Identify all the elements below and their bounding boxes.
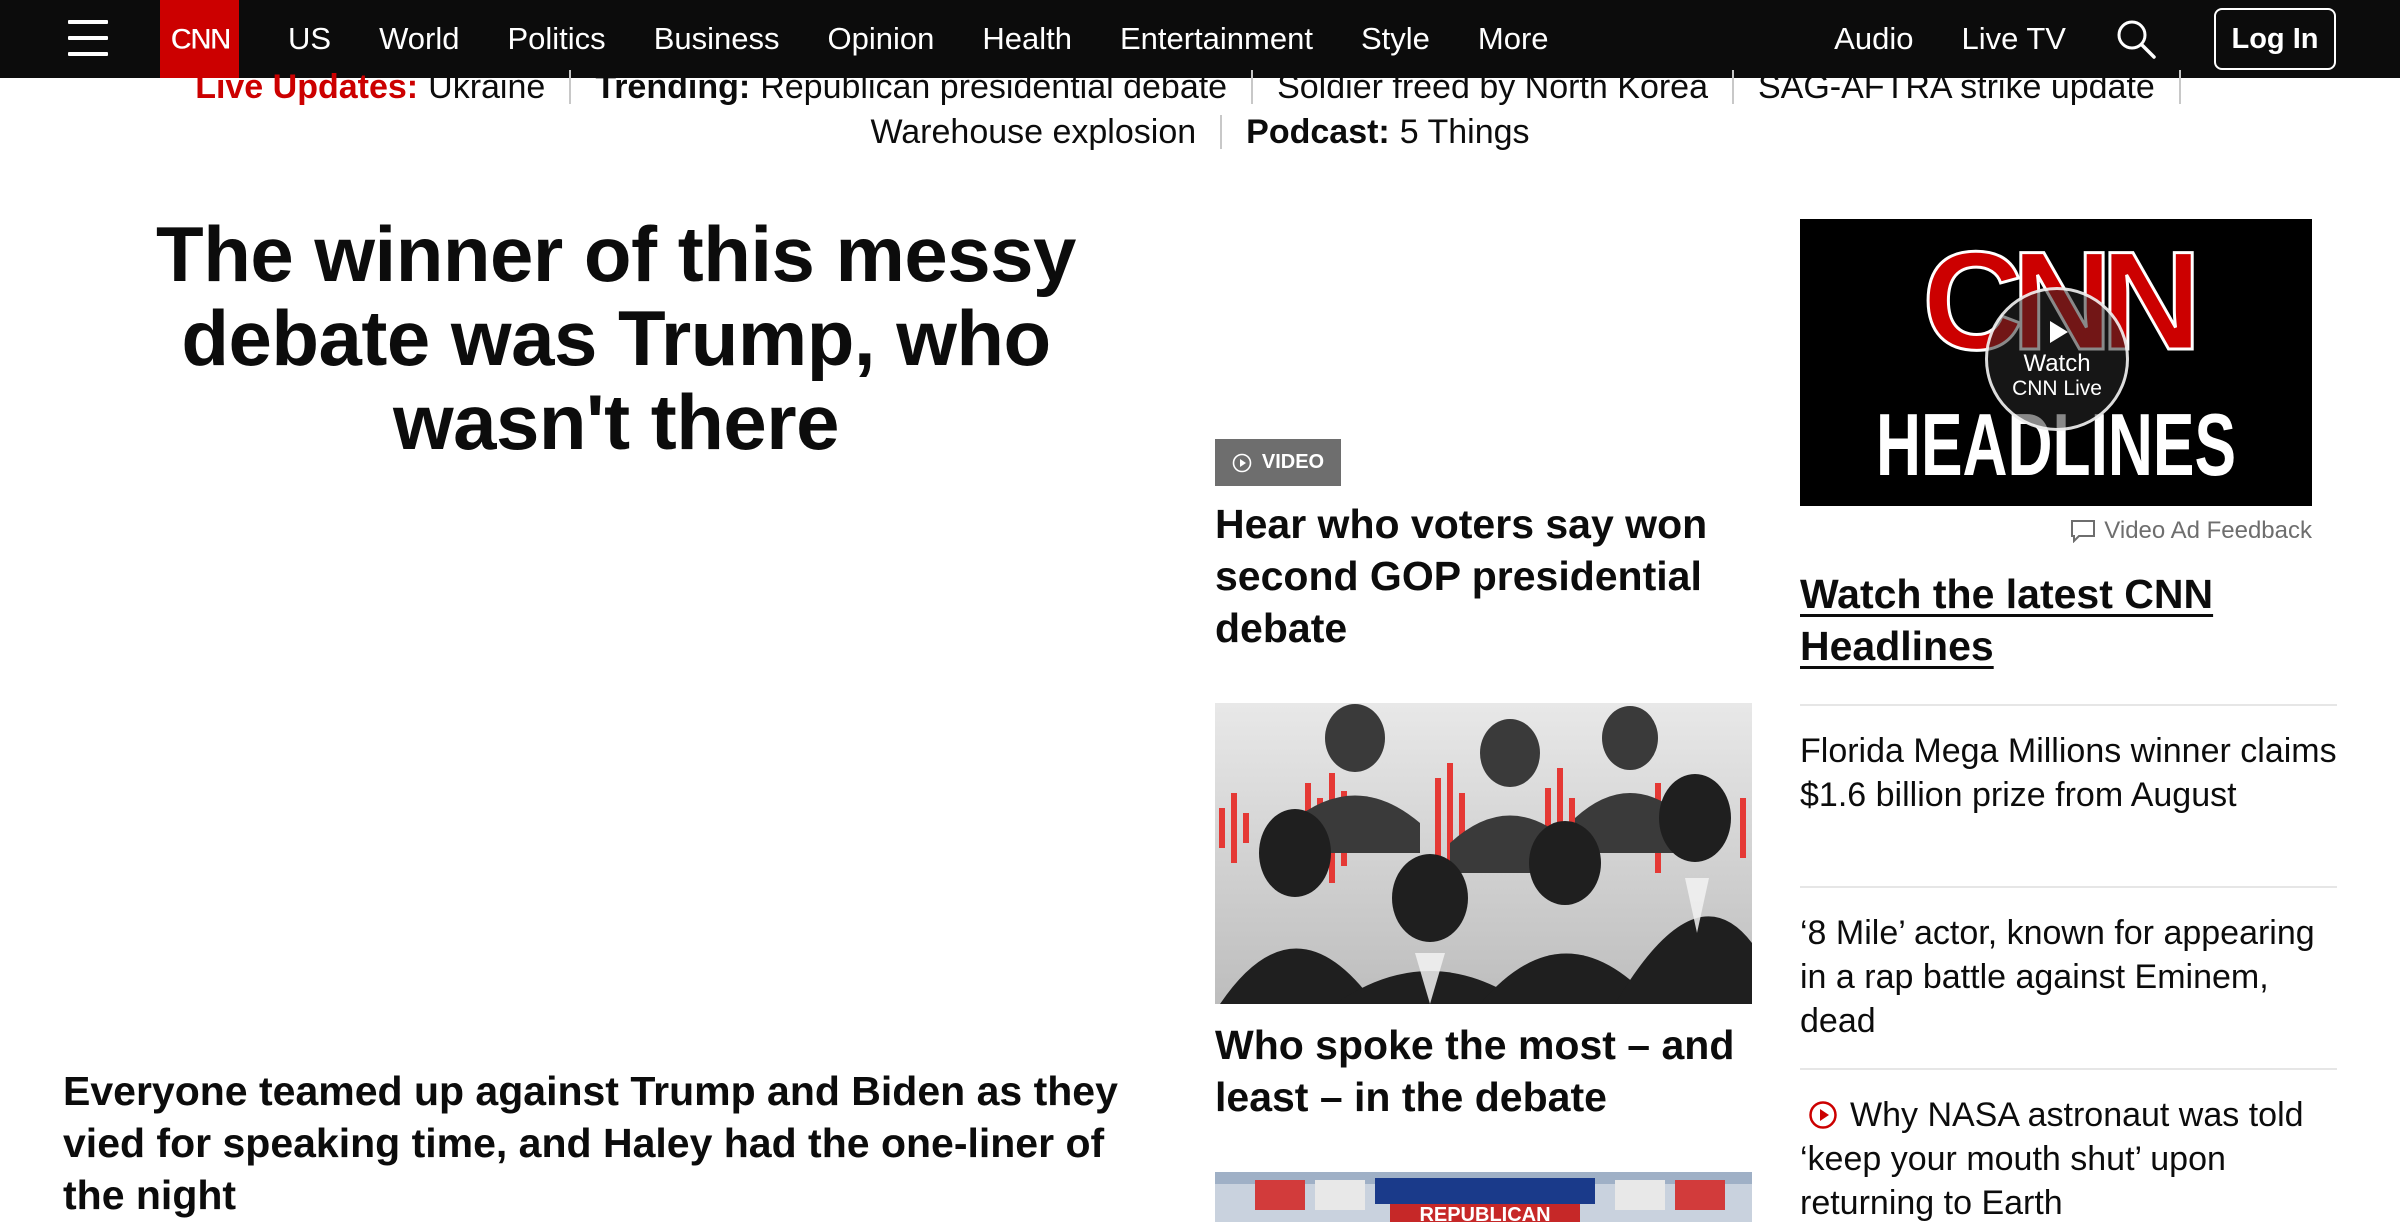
nav-entertainment[interactable]: Entertainment <box>1120 21 1313 57</box>
republican-banner-text: REPUBLICAN <box>1419 1204 1550 1222</box>
trending-link-debate[interactable]: Trending: Republican presidential debate <box>595 68 1227 107</box>
video-ad-feedback-link[interactable]: Video Ad Feedback <box>2060 515 2312 547</box>
trending-bar-row-2: Warehouse explosion Podcast: 5 Things <box>0 108 2400 156</box>
nav-health[interactable]: Health <box>982 21 1072 57</box>
feedback-icon <box>2071 520 2096 543</box>
trend-divider <box>1251 70 1254 104</box>
svg-text:CNN: CNN <box>170 23 229 56</box>
video-badge: VIDEO <box>1215 439 1341 486</box>
debate-stage-image[interactable]: REPUBLICAN <box>1215 1172 1752 1222</box>
cnn-logo-mark: CNN <box>170 23 232 57</box>
nav-politics[interactable]: Politics <box>507 21 605 57</box>
trend-divider <box>1732 70 1734 104</box>
trending-bar-row-1: Live Updates: Ukraine Trending: Republic… <box>0 62 2400 112</box>
watch-latest-headlines-link[interactable]: Watch the latest CNN Headlines <box>1800 568 2320 672</box>
podcast-name: 5 Things <box>1399 112 1530 151</box>
debate-candidates-image[interactable] <box>1215 703 1752 1004</box>
cnn-live-label: CNN Live <box>2012 377 2102 400</box>
ad-feedback-label: Video Ad Feedback <box>2104 517 2312 544</box>
lead-subheadline[interactable]: Everyone teamed up against Trump and Bid… <box>63 1065 1173 1221</box>
watch-label: Watch <box>2023 350 2091 377</box>
trending-item-label: Republican presidential debate <box>760 67 1228 106</box>
trending-label: Trending: <box>595 67 751 106</box>
play-icon <box>2050 321 2068 343</box>
trending-link-soldier[interactable]: Soldier freed by North Korea <box>1277 68 1708 107</box>
lead-headline[interactable]: The winner of this messy debate was Trum… <box>130 212 1102 464</box>
trending-link-sag-aftra[interactable]: SAG-AFTRA strike update <box>1758 68 2155 107</box>
story-nasa-label: Why NASA astronaut was told ‘keep your m… <box>1800 1096 2304 1222</box>
trend-divider <box>1220 115 1223 149</box>
cnn-headlines-video-player[interactable]: CNN HEADLINES Watch CNN Live <box>1800 219 2312 506</box>
nav-more[interactable]: More <box>1478 21 1549 57</box>
video-play-icon <box>1809 1101 1837 1129</box>
podcast-label: Podcast: <box>1246 112 1390 151</box>
trend-divider <box>2178 70 2181 104</box>
watch-live-play-button[interactable]: Watch CNN Live <box>1985 287 2129 431</box>
nav-opinion[interactable]: Opinion <box>827 21 934 57</box>
live-updates-topic: Ukraine <box>428 67 546 106</box>
story-divider <box>1800 1068 2337 1070</box>
live-updates-label: Live Updates: <box>195 67 419 106</box>
podcast-link[interactable]: Podcast: 5 Things <box>1246 113 1529 152</box>
nav-world[interactable]: World <box>379 21 459 57</box>
login-button[interactable]: Log In <box>2214 8 2336 70</box>
video-badge-label: VIDEO <box>1261 451 1325 473</box>
play-circle-icon <box>1232 453 1252 472</box>
trend-divider <box>569 70 572 104</box>
story-8-mile-actor[interactable]: ‘8 Mile’ actor, known for appearing in a… <box>1800 911 2340 1043</box>
live-updates-link[interactable]: Live Updates: Ukraine <box>195 68 545 107</box>
story-voters-debate[interactable]: Hear who voters say won second GOP presi… <box>1215 498 1755 654</box>
trending-link-warehouse[interactable]: Warehouse explosion <box>870 113 1196 152</box>
story-nasa-astronaut[interactable]: Why NASA astronaut was told ‘keep your m… <box>1800 1093 2340 1225</box>
nav-style[interactable]: Style <box>1361 21 1430 57</box>
hamburger-menu-icon[interactable] <box>68 20 108 56</box>
search-icon[interactable] <box>2114 17 2158 61</box>
story-who-spoke-most[interactable]: Who spoke the most – and least – in the … <box>1215 1019 1755 1123</box>
nav-live-tv[interactable]: Live TV <box>1961 21 2066 57</box>
nav-business[interactable]: Business <box>654 21 780 57</box>
story-divider <box>1800 704 2337 706</box>
story-mega-millions[interactable]: Florida Mega Millions winner claims $1.6… <box>1800 729 2340 817</box>
story-divider <box>1800 886 2337 888</box>
nav-us[interactable]: US <box>288 21 331 57</box>
nav-audio[interactable]: Audio <box>1834 21 1913 57</box>
